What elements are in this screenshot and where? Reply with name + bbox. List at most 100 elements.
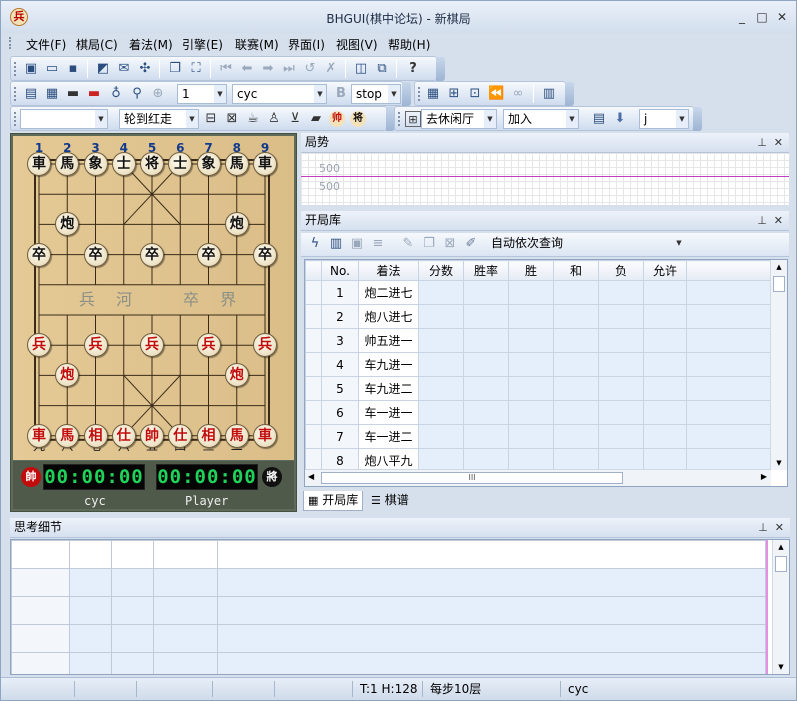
red-pawn[interactable]: 兵 [140,333,164,358]
monitor-icon[interactable]: ▬ [65,86,81,102]
pin-icon[interactable]: ⊥ [758,521,768,534]
menu-grip[interactable] [9,37,12,49]
black-piece[interactable]: 将 [140,152,164,176]
black-pawn[interactable]: 卒 [27,242,51,267]
think-vertical-scrollbar[interactable]: ▲ ▼ [772,540,789,674]
edit-icon[interactable]: ✎ [400,236,416,252]
book-row[interactable]: 7 车一进二 [305,424,771,449]
menu-help[interactable]: 帮助(H) [388,36,430,53]
book-horizontal-scrollbar[interactable]: ◀ III ▶ [305,469,771,486]
book-row[interactable]: 4 车九进一 [305,352,771,377]
black-piece[interactable]: 車 [27,152,51,176]
book-row[interactable]: 1 炮二进七 [305,280,771,305]
toolbar-overflow[interactable] [565,82,574,106]
tile-icon[interactable]: ⧉ [374,61,390,77]
hint-icon[interactable]: ♁ [108,86,124,102]
rewind-icon[interactable]: ⏪ [488,86,504,102]
red-pawn[interactable]: 兵 [253,333,277,358]
stop-combo[interactable]: stop ▼ [351,84,401,104]
menu-engine[interactable]: 引擎(E) [182,36,223,53]
red-piece[interactable]: 馬 [224,423,249,448]
toolbar-overflow[interactable] [436,57,445,81]
scroll-down-icon[interactable]: ▼ [771,456,787,470]
red-pawn[interactable]: 兵 [83,333,108,358]
black-pawn[interactable]: 卒 [140,242,164,267]
count-combo[interactable]: 1 ▼ [177,84,227,104]
undo-icon[interactable]: ↺ [302,61,318,77]
clear-icon[interactable]: ⊠ [442,236,458,252]
scroll-down-icon[interactable]: ▼ [773,660,789,674]
col-winrate[interactable]: 胜率 [463,260,509,281]
prev-move-icon[interactable]: ⬅ [239,61,255,77]
red-piece[interactable]: 車 [27,423,51,448]
red-piece[interactable]: 馬 [55,423,80,448]
menu-view[interactable]: 视图(V) [336,36,378,53]
maximize-button[interactable]: □ [754,10,770,24]
sync-icon[interactable]: ✣ [137,61,153,77]
close-button[interactable]: ✕ [774,10,790,24]
brush-icon[interactable]: ✐ [463,236,479,252]
col-win[interactable]: 胜 [508,260,554,281]
help-icon[interactable]: ? [405,61,421,77]
link-icon[interactable]: ∞ [510,86,526,102]
black-piece[interactable]: 士 [111,152,136,176]
add-window-icon[interactable]: ⊡ [467,86,483,102]
scroll-right-icon[interactable]: ▶ [761,472,767,481]
layout-icon[interactable]: ▥ [541,86,557,102]
tab-opening-book[interactable]: ▦ 开局库 [303,491,364,511]
black-piece[interactable]: 馬 [224,152,249,176]
action-combo[interactable]: 加入 ▼ [503,109,579,129]
black-piece[interactable]: 車 [253,152,277,176]
red-pawn[interactable]: 兵 [27,333,51,358]
board-icon[interactable]: ⊞ [405,111,421,127]
tab-game-record[interactable]: ☰ 棋谱 [367,491,413,511]
red-general-icon[interactable]: 帅 [329,111,345,127]
board-flip-icon[interactable]: ◩ [95,61,111,77]
copy-icon[interactable]: ❐ [167,61,183,77]
red-piece[interactable]: 相 [83,423,108,448]
menu-interface[interactable]: 界面(I) [288,36,325,53]
new-game-icon[interactable]: ▣ [23,61,39,77]
next-move-icon[interactable]: ➡ [260,61,276,77]
book-row[interactable]: 2 炮八进七 [305,304,771,329]
scroll-left-icon[interactable]: ◀ [308,472,314,481]
room-combo[interactable]: ▼ [20,109,108,129]
grid-view-icon[interactable]: ▦ [425,86,441,102]
close-icon[interactable]: ✕ [774,214,783,227]
col-draw[interactable]: 和 [553,260,599,281]
engine-settings-icon[interactable]: ▦ [44,86,60,102]
red-piece[interactable]: 仕 [111,423,136,448]
scroll-up-icon[interactable]: ▲ [771,260,787,274]
delete-move-icon[interactable]: ✗ [323,61,339,77]
menu-game[interactable]: 棋局(C) [76,36,118,53]
black-cannon[interactable]: 炮 [224,212,249,237]
remove-icon[interactable]: ≡ [370,236,386,252]
window-icon[interactable]: ◫ [353,61,369,77]
col-score[interactable]: 分数 [418,260,464,281]
black-pawn[interactable]: 卒 [253,242,277,267]
col-allow[interactable]: 允许 [643,260,687,281]
menu-moves[interactable]: 着法(M) [129,36,173,53]
col-move[interactable]: 着法 [358,260,419,281]
red-piece[interactable]: 車 [253,423,277,448]
scroll-up-icon[interactable]: ▲ [773,540,789,554]
search-icon[interactable]: ⚲ [129,86,145,102]
connect-icon[interactable]: ⊠ [224,111,240,127]
list-icon[interactable]: ▤ [591,111,607,127]
target-icon[interactable]: ⊕ [150,86,166,102]
xiangqi-board[interactable]: 123456789 九八七六五四三二一 兵 河 卒 界 車馬象士将士象馬車炮炮卒… [13,136,294,460]
book-vertical-scrollbar[interactable]: ▲ ▼ [770,260,787,470]
pin-icon[interactable]: ⊥ [757,136,767,149]
black-general-icon[interactable]: 将 [350,111,366,127]
col-no[interactable]: No. [321,260,359,281]
barcode-icon[interactable]: ▥ [328,236,344,252]
scroll-thumb[interactable] [773,276,785,292]
menu-file[interactable]: 文件(F) [26,36,66,53]
minimize-button[interactable]: _ [734,10,750,24]
last-move-icon[interactable]: ⏭ [281,61,297,77]
red-piece[interactable]: 相 [196,423,221,448]
pin-icon[interactable]: ⊥ [757,214,767,227]
col-loss[interactable]: 负 [598,260,644,281]
red-piece[interactable]: 帥 [140,423,164,448]
teapot-icon[interactable]: ☕ [245,111,261,127]
